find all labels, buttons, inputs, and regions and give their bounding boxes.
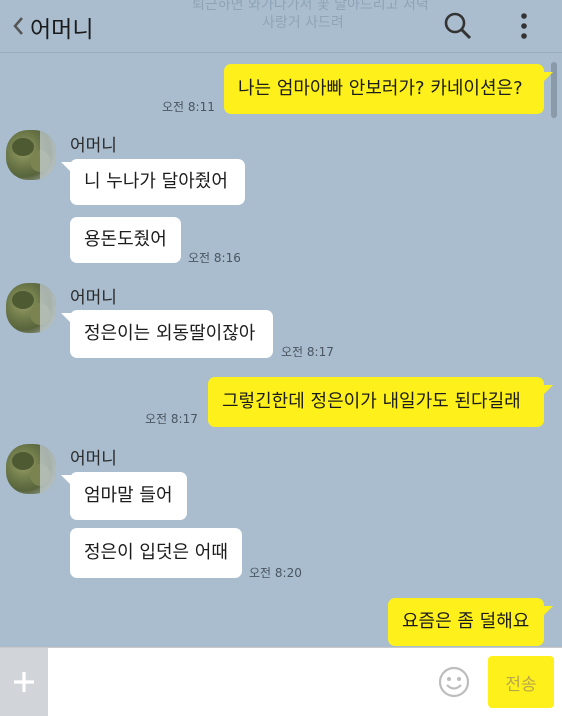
message-time: 오전 8:17 [145,412,198,426]
ghost-text-1: 퇴근하면 와가다가서 꽃 달아드리고 저녁 [192,0,429,13]
emoji-button[interactable] [437,665,471,699]
their-message-bubble[interactable]: 용돈도줬어 [70,217,181,263]
ghost-text-2: 사랑거 사드려 [262,15,344,31]
composer-bar: 전송 [0,647,562,716]
bubble-tail [543,72,553,82]
message-text: 요즘은 좀 덜해요 [402,611,530,632]
more-menu-button[interactable] [506,8,542,44]
message-text: 나는 엄마아빠 안보러가? 카네이션은? [238,78,523,99]
scrollbar[interactable] [551,62,557,118]
message-text: 용돈도줬어 [84,229,167,250]
sender-name: 어머니 [70,288,117,308]
message-text: 엄마말 들어 [84,485,173,506]
their-message-bubble[interactable]: 정은이는 외동딸이잖아 [70,310,273,358]
sender-name: 어머니 [70,449,117,469]
their-message-bubble[interactable]: 니 누나가 달아줬어 [70,159,245,205]
my-message-bubble[interactable]: 나는 엄마아빠 안보러가? 카네이션은? [224,64,544,114]
message-input[interactable] [52,654,434,712]
search-button[interactable] [440,8,476,44]
avatar[interactable] [6,444,56,494]
message-time: 오전 8:11 [162,100,215,114]
plus-icon [14,672,34,692]
attach-button[interactable] [0,648,48,716]
chat-title: 어머니 [30,17,94,43]
send-button[interactable]: 전송 [488,656,554,708]
search-icon [444,12,472,40]
their-message-bubble[interactable]: 엄마말 들어 [70,472,187,520]
my-message-bubble[interactable]: 요즘은 좀 덜해요 [388,598,544,646]
my-message-bubble[interactable]: 그렇긴한데 정은이가 내일가도 된다길래 [208,377,544,427]
avatar[interactable] [6,283,56,333]
their-message-bubble[interactable]: 정은이 입덧은 어때 [70,528,242,578]
message-time: 오전 8:17 [281,345,334,359]
back-button[interactable] [6,13,30,39]
message-time: 오전 8:20 [249,566,302,580]
message-text: 정은이 입덧은 어때 [84,542,228,563]
sender-name: 어머니 [70,136,117,156]
emoji-icon [438,666,470,698]
message-text: 그렇긴한데 정은이가 내일가도 된다길래 [222,391,521,412]
back-chevron-icon [13,17,23,35]
chat-header: 퇴근하면 와가다가서 꽃 달아드리고 저녁 사랑거 사드려 어머니 [0,0,562,53]
avatar[interactable] [6,130,56,180]
message-time: 오전 8:16 [188,251,241,265]
bubble-tail [543,385,553,395]
bubble-tail [543,606,553,616]
message-text: 니 누나가 달아줬어 [84,171,228,192]
more-vertical-icon [521,13,527,39]
message-text: 정은이는 외동딸이잖아 [84,323,256,344]
